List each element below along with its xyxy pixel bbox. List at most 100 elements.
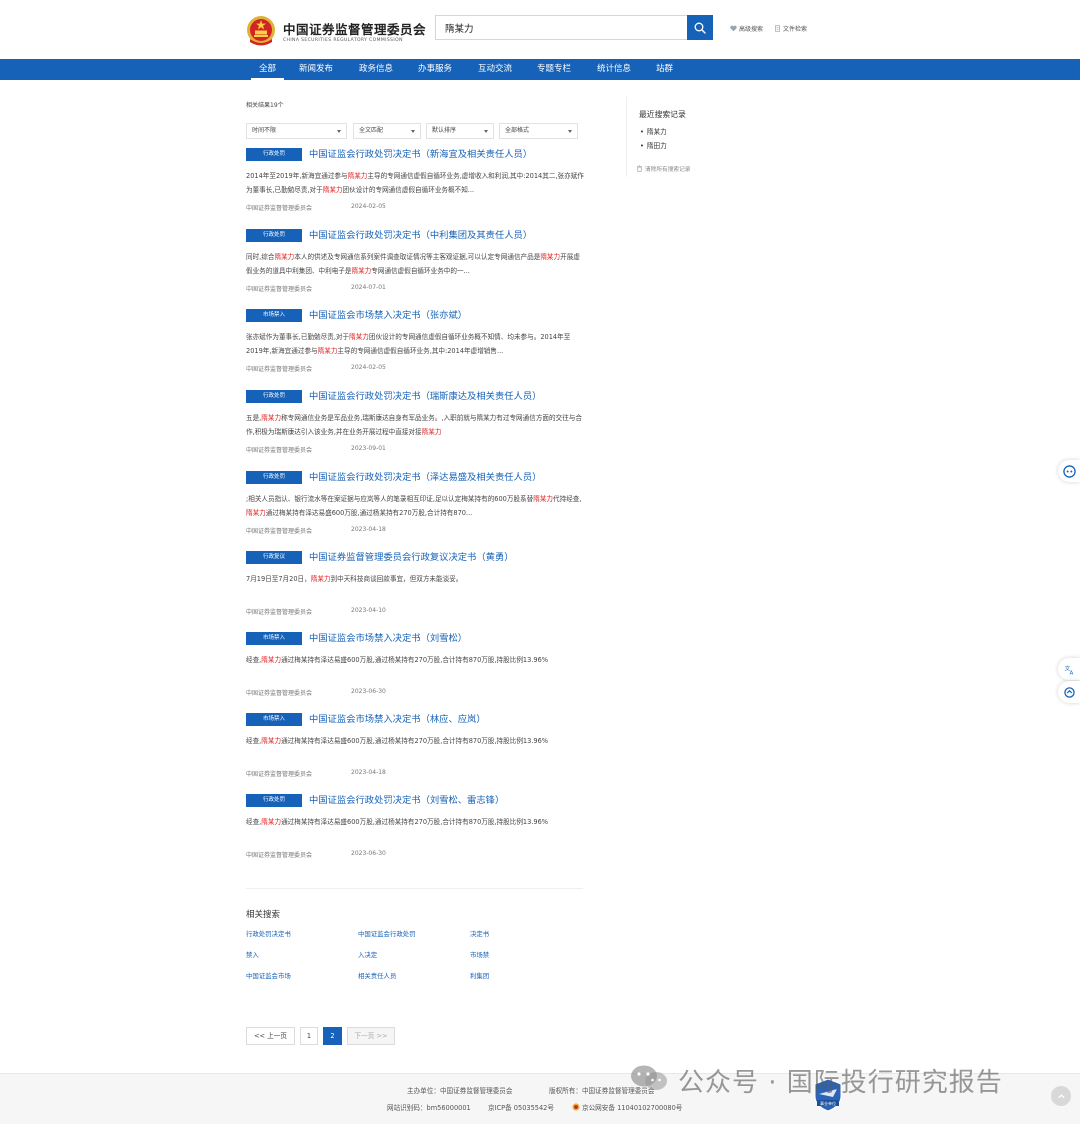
related-link[interactable]: 入决定	[358, 950, 377, 959]
filter-sort[interactable]: 默认排序	[426, 123, 494, 139]
sidebar-divider	[626, 97, 627, 177]
result-count: 相关结果19个	[246, 102, 284, 109]
result-item: 市场禁入 中国证监会市场禁入决定书（张亦斌） 张亦斌作为董事长,已勤勉尽责,对于…	[246, 309, 586, 379]
svg-text:A: A	[1069, 670, 1073, 674]
translate-button[interactable]: 文 A	[1058, 658, 1080, 680]
scroll-to-top-button[interactable]	[1051, 1086, 1071, 1106]
nav-item-topics[interactable]: 专题专栏	[537, 59, 571, 80]
page-button-1[interactable]: 1	[300, 1027, 318, 1045]
advanced-search-link[interactable]: 高级搜索	[730, 24, 763, 33]
related-link[interactable]: 利集团	[470, 971, 489, 980]
org-name-cn[interactable]: 中国证券监督管理委员会	[283, 19, 426, 38]
prev-page-button[interactable]: << 上一页	[246, 1027, 295, 1045]
caret-down-icon	[568, 130, 572, 133]
recent-search-item[interactable]: 隋某力	[640, 126, 667, 136]
document-icon	[775, 25, 780, 32]
recent-search-item[interactable]: 隋田力	[640, 140, 667, 150]
snippet-text: 通过梅某持有泽达易盛600万股,通过杨某持有270万股,合计持有870...	[265, 508, 473, 517]
keyword-highlight: 隋某力	[261, 656, 282, 664]
result-title-link[interactable]: 中国证监会市场禁入决定书（林应、应岚）	[309, 713, 486, 726]
clear-history-link[interactable]: 清除所有搜索记录	[636, 164, 691, 173]
footer-icp[interactable]: 京ICP备 05035542号	[488, 1102, 554, 1112]
result-badge: 行政处罚	[246, 229, 302, 242]
wechat-icon	[631, 1065, 667, 1090]
result-source: 中国证券监督管理委员会	[246, 205, 313, 212]
nav-item-services[interactable]: 办事服务	[418, 59, 452, 80]
keyword-highlight: 隋某力	[261, 414, 282, 422]
result-title-link[interactable]: 中国证监会行政处罚决定书（中利集团及其责任人员）	[309, 229, 532, 242]
wechat-watermark: 公众号 · 国际投行研究报告	[678, 1068, 1003, 1098]
clear-history-label: 清除所有搜索记录	[645, 167, 691, 173]
result-title-link[interactable]: 中国证监会行政处罚决定书（泽达易盛及相关责任人员）	[309, 471, 541, 484]
doc-search-label: 文件检索	[783, 26, 808, 33]
related-link[interactable]: 行政处罚决定书	[246, 929, 291, 938]
footer-police-record[interactable]: 京公网安备 11040102700080号	[572, 1102, 682, 1112]
result-item: 行政处罚 中国证监会行政处罚决定书（瑞斯康达及相关责任人员） 五是,隋某力称专网…	[246, 390, 586, 460]
related-link[interactable]: 市场禁	[470, 950, 489, 959]
search-icon	[694, 22, 706, 34]
result-source: 中国证券监督管理委员会	[246, 609, 313, 616]
filter-format[interactable]: 全部格式	[499, 123, 578, 139]
related-link[interactable]: 相关责任人员	[358, 971, 396, 980]
filter-match[interactable]: 全文匹配	[353, 123, 421, 139]
result-item: 行政处罚 中国证监会行政处罚决定书（新海宜及相关责任人员） 2014年至2019…	[246, 148, 586, 218]
nav-item-all[interactable]: 全部	[250, 59, 285, 80]
keyword-highlight: 隋某力	[347, 172, 368, 180]
related-link[interactable]: 中国证监会市场	[246, 971, 291, 980]
filter-time[interactable]: 时间不限	[246, 123, 347, 139]
national-emblem-icon[interactable]	[246, 15, 276, 47]
translate-icon: 文 A	[1064, 664, 1073, 675]
result-title-link[interactable]: 中国证券监督管理委员会行政复议决定书（黄勇）	[309, 551, 514, 564]
snippet-text: 通过梅某持有泽达易盛600万股,通过杨某持有270万股,合计持有870万股,持股…	[281, 737, 549, 745]
nav-item-gov-info[interactable]: 政务信息	[359, 59, 393, 80]
result-title-link[interactable]: 中国证监会行政处罚决定书（瑞斯康达及相关责任人员）	[309, 390, 541, 403]
related-link[interactable]: 决定书	[470, 929, 489, 938]
nav-item-site-group[interactable]: 站群	[656, 59, 673, 80]
filter-sort-label: 默认排序	[432, 127, 457, 134]
snippet-text: 2014年至2019年,新海宜通过参与	[246, 172, 348, 180]
footer-sponsor: 主办单位：中国证券监督管理委员会	[407, 1087, 513, 1095]
page-button-2[interactable]: 2	[323, 1027, 342, 1045]
next-page-button[interactable]: 下一页 >>	[347, 1027, 395, 1045]
nav-item-statistics[interactable]: 统计信息	[597, 59, 631, 80]
keyword-highlight: 隋某力	[317, 346, 338, 355]
police-badge-icon	[572, 1103, 580, 1111]
result-date: 2024-07-01	[351, 284, 386, 291]
nav-item-interaction[interactable]: 互动交流	[478, 59, 512, 80]
snippet-text: 称专网通信业务是军品业务,瑞斯康达自身有军品业务。,入职前就与隋某力有过专网通信…	[246, 414, 582, 436]
snippet-text: 同时,综合	[246, 253, 275, 261]
result-date: 2023-04-10	[351, 607, 386, 614]
related-link[interactable]: 中国证监会行政处罚	[358, 929, 416, 938]
search-input[interactable]	[436, 16, 687, 39]
result-title-link[interactable]: 中国证监会行政处罚决定书（新海宜及相关责任人员）	[309, 148, 532, 161]
search-box[interactable]	[435, 15, 687, 40]
result-item: 市场禁入 中国证监会市场禁入决定书（刘雪松） 经查,隋某力通过梅某持有泽达易盛6…	[246, 632, 586, 702]
snippet-text: 本人的供述及专网通信系列案件调查取证情况等主客观证据,可以认定专网通信产品是	[294, 253, 541, 261]
result-snippet: 经查,隋某力通过梅某持有泽达易盛600万股,通过杨某持有270万股,合计持有87…	[246, 735, 586, 749]
filter-match-label: 全文匹配	[359, 127, 384, 134]
result-title-link[interactable]: 中国证监会市场禁入决定书（张亦斌）	[309, 309, 467, 322]
snippet-text: 经查,	[246, 656, 262, 664]
snippet-text: 张亦斌作为董事长,已勤勉尽责,对于	[246, 333, 350, 341]
result-title-link[interactable]: 中国证监会市场禁入决定书（刘雪松）	[309, 632, 467, 645]
result-item: 市场禁入 中国证监会市场禁入决定书（林应、应岚） 经查,隋某力通过梅某持有泽达易…	[246, 713, 586, 783]
result-source: 中国证券监督管理委员会	[246, 771, 313, 778]
chevron-up-icon	[1057, 1093, 1065, 1098]
advanced-search-label: 高级搜索	[739, 26, 764, 33]
accessibility-button[interactable]	[1058, 681, 1080, 703]
main-nav: 全部 新闻发布 政务信息 办事服务 互动交流 专题专栏 统计信息 站群	[0, 59, 1080, 80]
keyword-highlight: 隋某力	[310, 575, 331, 583]
nav-item-news[interactable]: 新闻发布	[299, 59, 333, 80]
doc-search-link[interactable]: 文件检索	[774, 24, 807, 33]
keyword-highlight: 隋某力	[351, 266, 372, 275]
chat-bot-button[interactable]	[1058, 460, 1080, 482]
result-badge: 行政处罚	[246, 148, 302, 161]
result-title-link[interactable]: 中国证监会行政处罚决定书（刘雪松、雷志锋）	[309, 794, 504, 807]
result-source: 中国证券监督管理委员会	[246, 852, 313, 859]
result-date: 2023-09-01	[351, 445, 386, 452]
related-link[interactable]: 禁入	[246, 950, 259, 959]
result-source: 中国证券监督管理委员会	[246, 447, 313, 454]
result-snippet: 经查,隋某力通过梅某持有泽达易盛600万股,通过杨某持有270万股,合计持有87…	[246, 816, 586, 830]
snippet-text: 专网通信虚假自循环业务中的一...	[371, 266, 470, 275]
search-button[interactable]	[687, 15, 713, 40]
